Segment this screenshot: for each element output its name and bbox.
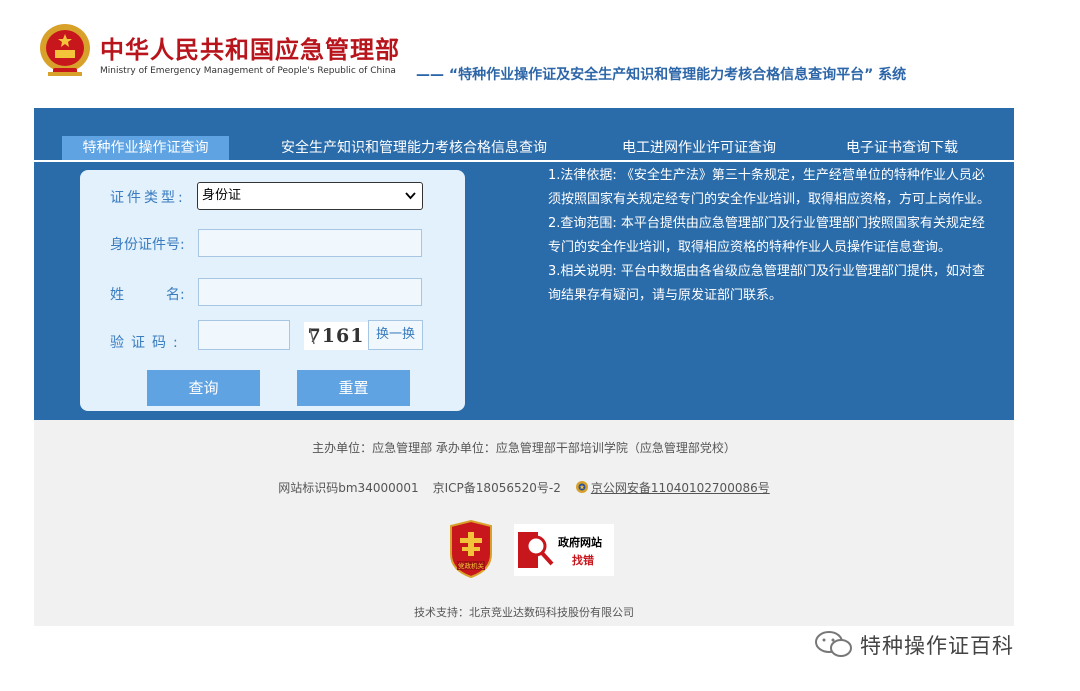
badge2-line1: 政府网站 [558,536,602,549]
notice-query-scope: 2.查询范围: 本平台提供由应急管理部门及行业管理部门按照国家有关规定经专门的安… [548,216,985,255]
police-record-link[interactable]: 京公网安备11040102700086号 [591,481,770,495]
cert-type-select[interactable]: 身份证 [197,182,423,210]
name-label-part-a: 姓 [110,287,124,303]
party-government-icon: 党政机关 [450,519,492,579]
wechat-icon [815,631,852,657]
tab-safety-knowledge-exam[interactable]: 安全生产知识和管理能力考核合格信息查询 [274,136,554,160]
captcha-image: 7161 [304,322,368,350]
reset-button[interactable]: 重置 [297,370,410,406]
ministry-name-cn: 中华人民共和国应急管理部 [100,36,400,64]
badge2-line2: 找错 [572,554,594,567]
footer-organizer: 主办单位：应急管理部 承办单位：应急管理部干部培训学院（应急管理部党校） [312,441,736,455]
name-input[interactable] [198,278,422,306]
query-button[interactable]: 查询 [147,370,260,406]
notice-remarks: 3.相关说明: 平台中数据由各省级应急管理部门及行业管理部门提供，如对查询结果存… [548,264,985,303]
party-government-badge[interactable]: 党政机关 [447,519,495,579]
id-number-input[interactable] [198,229,422,257]
tab-e-certificate-download[interactable]: 电子证书查询下载 [832,136,972,160]
badge1-text: 党政机关 [458,561,485,570]
captcha-label: 验证码: [110,335,185,351]
main-band: 特种作业操作证查询 安全生产知识和管理能力考核合格信息查询 电工进网作业许可证查… [34,108,1014,420]
site-header: 中华人民共和国应急管理部 Ministry of Emergency Manag… [0,0,1080,108]
cert-type-value: 身份证 [202,188,242,203]
site-footer: 主办单位：应急管理部 承办单位：应急管理部干部培训学院（应急管理部党校） 网站标… [34,420,1014,626]
tab-bar: 特种作业操作证查询 安全生产知识和管理能力考核合格信息查询 电工进网作业许可证查… [34,136,1014,162]
query-form-panel: 证件类型: 身份证 身份证件号: 姓 名: 验证码: 7161 换一换 查询 重置 [80,170,465,411]
icp-record: 京ICP备18056520号-2 [432,481,561,495]
name-label: 姓 名: [110,284,185,304]
chevron-down-icon [405,183,416,219]
tab-special-operation-cert[interactable]: 特种作业操作证查询 [62,136,229,160]
captcha-refresh-button[interactable]: 换一换 [368,320,423,350]
gov-website-error-report-badge[interactable]: 政府网站 找错 [514,524,614,576]
notice-text: 1.法律依据: 《安全生产法》第三十条规定，生产经营单位的特种作业人员必须按照国… [548,164,994,308]
system-title: —— “特种作业操作证及安全生产知识和管理能力考核合格信息查询平台” 系统 [416,67,907,83]
name-label-part-b: 名: [166,287,185,303]
notice-legal-basis: 1.法律依据: 《安全生产法》第三十条规定，生产经营单位的特种作业人员必须按照国… [548,168,991,207]
wechat-watermark: 特种操作证百科 [812,628,1013,660]
magnifier-icon [518,532,554,568]
id-number-label: 身份证件号: [110,237,185,253]
captcha-input[interactable] [198,320,290,350]
watermark-text: 特种操作证百科 [860,634,1014,658]
footer-records: 网站标识码bm34000001 京ICP备18056520号-2 京公网安备1104… [34,479,1014,496]
ministry-name-en: Ministry of Emergency Management of Peop… [100,66,396,76]
cert-type-label: 证件类型: [110,190,186,206]
site-id: 网站标识码bm34000001 [278,481,419,495]
police-badge-icon [575,481,588,493]
national-emblem-icon [40,24,90,76]
tech-support: 技术支持：北京竞业达数码科技股份有限公司 [414,606,634,619]
tab-electrician-permit[interactable]: 电工进网作业许可证查询 [606,136,792,160]
